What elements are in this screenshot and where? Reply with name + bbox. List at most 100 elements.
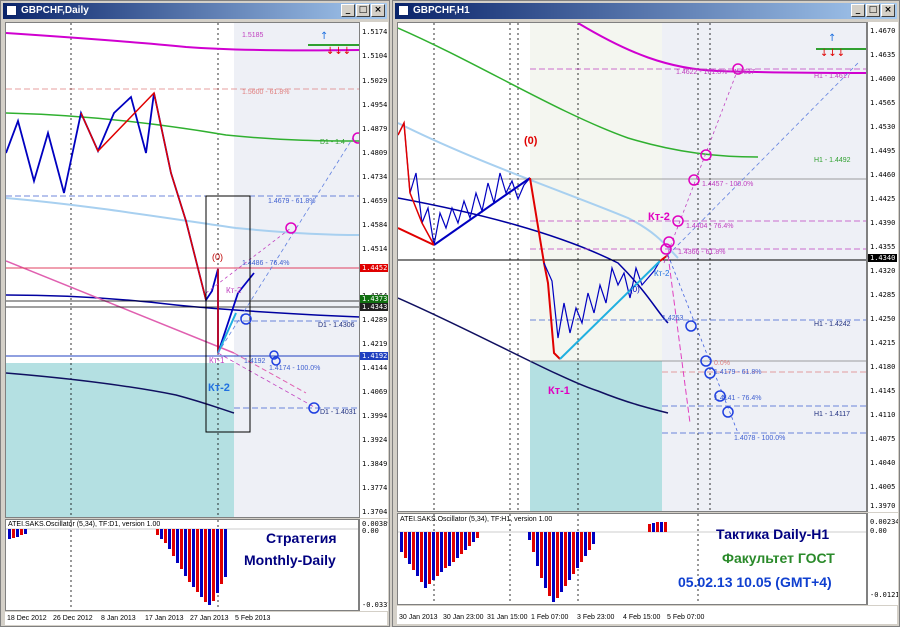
price-axis-label: 1.4355 (870, 243, 896, 251)
h1-chart-window[interactable]: GBPCHF,H1 _ □ × ↑ ↓↓↓ 1.4622 - 161.8% - … (392, 0, 900, 627)
price-axis-label: 1.4954 (362, 101, 388, 109)
tactic-title: Тактика Daily-H1 (716, 526, 830, 542)
price-axis-label: 1.4040 (870, 459, 896, 467)
level-label-h1-4117: H1 - 1.4117 (814, 411, 851, 418)
price-axis-label: 1.4069 (362, 388, 388, 396)
label-kt1: Кт-1 (548, 385, 570, 397)
price-axis-label: 1.4600 (870, 75, 896, 83)
h1-price-chart: ↑ ↓↓↓ (398, 23, 866, 511)
h1-price-axis[interactable]: 1.4670 1.4635 1.4600 1.4565 1.4530 1.449… (867, 22, 898, 512)
price-axis-label: 1.4659 (362, 197, 388, 205)
label-zero-main: (0) (524, 135, 538, 147)
chart-window-icon (398, 5, 409, 16)
h1-oscillator-pane[interactable]: ATEI.SAKS.Oscillator (5,34), TF:H1, vers… (397, 513, 867, 605)
price-axis-label: 1.3774 (362, 484, 388, 492)
osc-zero-label: 0.00 (362, 527, 379, 535)
price-axis-label: 1.4584 (362, 221, 388, 229)
level-label-4179: 1.4179 - 61.8% (714, 369, 762, 376)
level-label-fib-upper: 1.5600 - 61.8% (242, 89, 290, 96)
time-axis-label: 17 Jan 2013 (145, 615, 184, 622)
price-axis-label: 1.3704 (362, 508, 388, 516)
maximize-button[interactable]: □ (866, 4, 880, 17)
daily-price-pane[interactable]: ↑ ↓↓↓ 1.5185 1.5600 - 61.8% 1.4679 - 61.… (5, 22, 387, 518)
time-axis-label: 26 Dec 2012 (53, 615, 93, 622)
osc-max-label: 0.00234 (870, 518, 898, 526)
time-axis-label: 5 Feb 2013 (235, 615, 271, 622)
strategy-title-line2: Monthly-Daily (244, 552, 336, 568)
time-axis-label: 5 Feb 07:00 (667, 614, 705, 621)
price-axis-label: 1.4670 (870, 27, 896, 35)
daily-title-bar[interactable]: GBPCHF,Daily _ □ × (3, 3, 387, 19)
price-axis-label: 1.4565 (870, 99, 896, 107)
daily-oscillator-pane[interactable]: ATEI.SAKS.Oscillator (5,34), TF:D1, vers… (5, 519, 359, 611)
svg-text:↑: ↑ (320, 31, 328, 42)
price-axis-label: 1.4495 (870, 147, 896, 155)
level-label-d1-4306: D1 - 1.4306 (318, 322, 355, 329)
minimize-button[interactable]: _ (341, 4, 355, 17)
price-axis-label: 1.3849 (362, 460, 388, 468)
time-axis-label: 30 Jan 23:00 (443, 614, 484, 621)
svg-text:↓↓↓: ↓↓↓ (326, 46, 351, 57)
level-label-zero-pct: 0.0% (714, 360, 730, 367)
price-axis-label: 1.4219 (362, 340, 388, 348)
h1-title-bar[interactable]: GBPCHF,H1 _ □ × (395, 3, 897, 19)
price-axis-label: 1.4110 (870, 411, 896, 419)
close-button[interactable]: × (371, 4, 385, 17)
svg-text:↑: ↑ (828, 33, 836, 44)
price-tag-black: 1.4340 (868, 254, 898, 262)
price-axis-label: 1.3924 (362, 436, 388, 444)
h1-oscillator-axis: 0.00234 0.00 -0.01215 (867, 513, 898, 605)
price-axis-label: 1.4320 (870, 267, 896, 275)
time-axis-label: 4 Feb 15:00 (623, 614, 661, 621)
price-axis-label: 1.5029 (362, 77, 388, 85)
price-axis-label: 1.4635 (870, 51, 896, 59)
time-axis-label: 1 Feb 07:00 (531, 614, 569, 621)
svg-text:↓↓↓: ↓↓↓ (820, 48, 845, 59)
maximize-button[interactable]: □ (356, 4, 370, 17)
daily-time-axis[interactable]: 18 Dec 2012 26 Dec 2012 8 Jan 2013 17 Ja… (5, 612, 387, 625)
h1-time-axis[interactable]: 30 Jan 2013 30 Jan 23:00 31 Jan 15:00 1 … (397, 606, 897, 624)
price-axis-label: 1.4879 (362, 125, 388, 133)
price-axis-label: 1.3970 (870, 502, 896, 510)
price-axis-label: 1.4514 (362, 245, 388, 253)
osc-zero-label: 0.00 (870, 527, 887, 535)
time-axis-label: 27 Jan 2013 (190, 615, 229, 622)
minimize-button[interactable]: _ (851, 4, 865, 17)
label-kt2: Кт-2 (648, 211, 670, 223)
level-label-4457: 1.4457 - 100.0% (702, 181, 754, 188)
h1-price-pane[interactable]: ↑ ↓↓↓ 1.4622 - 161.8% - 1.4617 H1 - 1.46… (397, 22, 867, 512)
time-axis-label: 31 Jan 15:00 (487, 614, 528, 621)
price-axis-label: 1.4390 (870, 219, 896, 227)
time-axis-label: 8 Jan 2013 (101, 615, 136, 622)
price-axis-label: 1.4145 (870, 387, 896, 395)
daily-price-axis[interactable]: 1.5174 1.5104 1.5029 1.4954 1.4879 1.480… (359, 22, 388, 518)
label-zero: (0) (212, 252, 223, 262)
level-label-top: 1.5185 (242, 32, 264, 39)
level-label-d1-green: D1 - 1.4 (320, 139, 345, 146)
price-axis-label: 1.4005 (870, 483, 896, 491)
datetime-stamp: 05.02.13 10.05 (GMT+4) (678, 574, 832, 590)
level-label-4366: 1.4366 - 61.8% (678, 249, 726, 256)
level-label-fib-61: 1.4679 - 61.8% (268, 198, 316, 205)
h1-window-title: GBPCHF,H1 (413, 5, 470, 16)
level-label-fib-76: 1.4486 - 76.4% (242, 260, 290, 267)
daily-oscillator-axis: 0.00389 0.00 -0.03373 (359, 519, 388, 611)
level-label-h1-4492: H1 - 1.4492 (814, 157, 851, 164)
price-axis-label: 1.4075 (870, 435, 896, 443)
osc-min-label: -0.03373 (362, 601, 388, 609)
price-axis-label: 1.4215 (870, 339, 896, 347)
price-axis-label: 1.4144 (362, 364, 388, 372)
level-label-1-4192: 1.4192 (244, 358, 266, 365)
label-kt1: Кт-1 (209, 356, 225, 365)
price-tag-green: 1.4373 (360, 295, 388, 303)
price-axis-label: 1.3994 (362, 412, 388, 420)
price-axis-label: 1.4809 (362, 149, 388, 157)
price-axis-label: 1.4250 (870, 315, 896, 323)
level-label-4078: 1.4078 - 100.0% (734, 435, 786, 442)
level-label-4253: 1.4253 (662, 315, 684, 322)
label-kt2-small: Кт-2 (654, 269, 670, 278)
price-axis-label: 1.4289 (362, 316, 388, 324)
daily-chart-window[interactable]: GBPCHF,Daily _ □ × ↑ ↓↓↓ 1.5185 1.5600 -… (0, 0, 390, 627)
daily-price-chart: ↑ ↓↓↓ (6, 23, 364, 517)
close-button[interactable]: × (881, 4, 895, 17)
